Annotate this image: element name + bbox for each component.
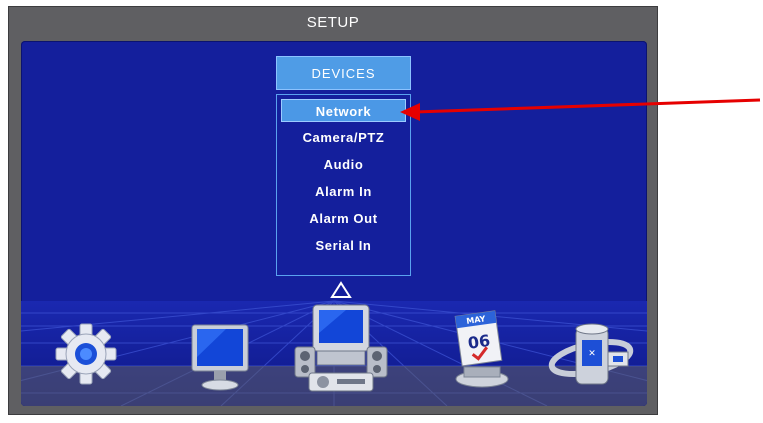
annotation-arrow bbox=[400, 98, 761, 121]
